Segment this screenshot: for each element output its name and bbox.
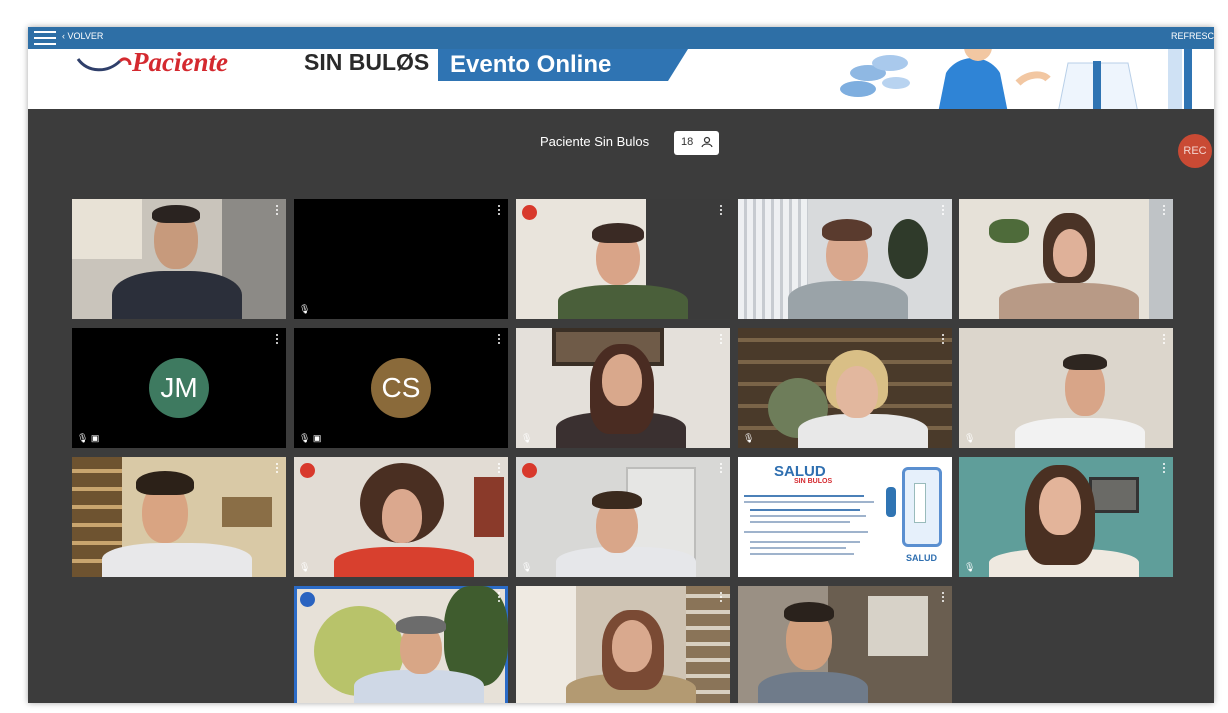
mic-muted-icon: 🎙 ▣ <box>77 433 100 443</box>
video-tile[interactable]: 🎙 <box>516 328 730 448</box>
avatar: JM <box>149 358 209 418</box>
people-icon <box>701 136 713 148</box>
logo-paciente: Paciente <box>132 49 228 77</box>
tile-menu-icon[interactable] <box>498 463 501 475</box>
tile-menu-icon[interactable] <box>720 205 723 217</box>
video-tile[interactable]: CS 🎙 ▣ <box>294 328 508 448</box>
video-tile[interactable]: 🎙 <box>294 457 508 577</box>
mic-icon: 🎙 <box>743 433 755 443</box>
event-banner: Paciente SIN BULØS Evento Online <box>28 49 1214 109</box>
tile-menu-icon[interactable] <box>498 205 501 217</box>
video-tile[interactable]: 🎙 <box>959 457 1173 577</box>
video-tile[interactable] <box>72 457 286 577</box>
top-bar: ‹ VOLVER REFRESC <box>28 27 1214 49</box>
record-button[interactable]: REC <box>1178 134 1212 168</box>
event-label: Evento Online <box>438 49 688 81</box>
session-title: Paciente Sin Bulos <box>540 134 650 149</box>
tile-menu-icon[interactable] <box>498 592 501 604</box>
slide-sub: SIN BULOS <box>794 478 833 485</box>
speaking-indicator-icon <box>522 463 537 478</box>
tile-menu-icon[interactable] <box>1163 205 1166 217</box>
tile-menu-icon[interactable] <box>942 334 945 346</box>
video-tile[interactable] <box>72 199 286 319</box>
mic-icon: 🎙 <box>964 562 976 572</box>
tile-menu-icon[interactable] <box>276 334 279 346</box>
mic-icon: 🎙 <box>299 562 311 572</box>
logo-sinbulos: SIN BULØS <box>304 49 430 75</box>
banner-illustration <box>840 49 1192 109</box>
video-tile[interactable]: 🎙 <box>294 199 508 319</box>
shared-screen-tile[interactable]: SALUD SIN BULOS SALUD <box>738 457 952 577</box>
video-tile[interactable] <box>959 199 1173 319</box>
tile-menu-icon[interactable] <box>720 592 723 604</box>
speaking-indicator-icon <box>300 463 315 478</box>
video-tile-active-speaker[interactable] <box>294 586 508 703</box>
stethoscope-icon <box>76 57 132 72</box>
mic-muted-icon: 🎙 ▣ <box>299 433 322 443</box>
avatar: CS <box>371 358 431 418</box>
participants-button[interactable]: 18 <box>674 131 719 155</box>
participant-count: 18 <box>681 136 694 148</box>
video-tile[interactable]: JM 🎙 ▣ <box>72 328 286 448</box>
tile-menu-icon[interactable] <box>942 592 945 604</box>
video-tile[interactable]: 🎙 <box>516 457 730 577</box>
pinned-speaker-icon <box>300 592 315 607</box>
tile-menu-icon[interactable] <box>720 334 723 346</box>
tile-menu-icon[interactable] <box>276 205 279 217</box>
mic-icon: 🎙 <box>521 433 533 443</box>
tile-menu-icon[interactable] <box>1163 463 1166 475</box>
tile-menu-icon[interactable] <box>720 463 723 475</box>
slide-footer-logo: SALUD <box>906 553 937 563</box>
mic-icon: 🎙 <box>299 304 311 314</box>
video-tile[interactable] <box>738 199 952 319</box>
mic-icon: 🎙 <box>521 562 533 572</box>
video-tile[interactable] <box>516 586 730 703</box>
speaking-indicator-icon <box>522 205 537 220</box>
mic-icon: 🎙 <box>964 433 976 443</box>
tile-menu-icon[interactable] <box>498 334 501 346</box>
video-tile[interactable] <box>516 199 730 319</box>
tile-menu-icon[interactable] <box>276 463 279 475</box>
back-button[interactable]: ‹ VOLVER <box>62 31 103 41</box>
video-tile[interactable]: 🎙 <box>959 328 1173 448</box>
refresh-button[interactable]: REFRESC <box>1171 31 1214 41</box>
video-tile[interactable]: 🎙 <box>738 328 952 448</box>
event-label-text: Evento Online <box>450 51 612 78</box>
tile-menu-icon[interactable] <box>942 205 945 217</box>
video-tile[interactable] <box>738 586 952 703</box>
shared-slide: SALUD SIN BULOS SALUD <box>738 457 952 577</box>
meeting-window: ‹ VOLVER REFRESC Paciente SIN BULØS Even… <box>28 27 1214 703</box>
tile-menu-icon[interactable] <box>1163 334 1166 346</box>
menu-icon[interactable] <box>34 31 56 45</box>
